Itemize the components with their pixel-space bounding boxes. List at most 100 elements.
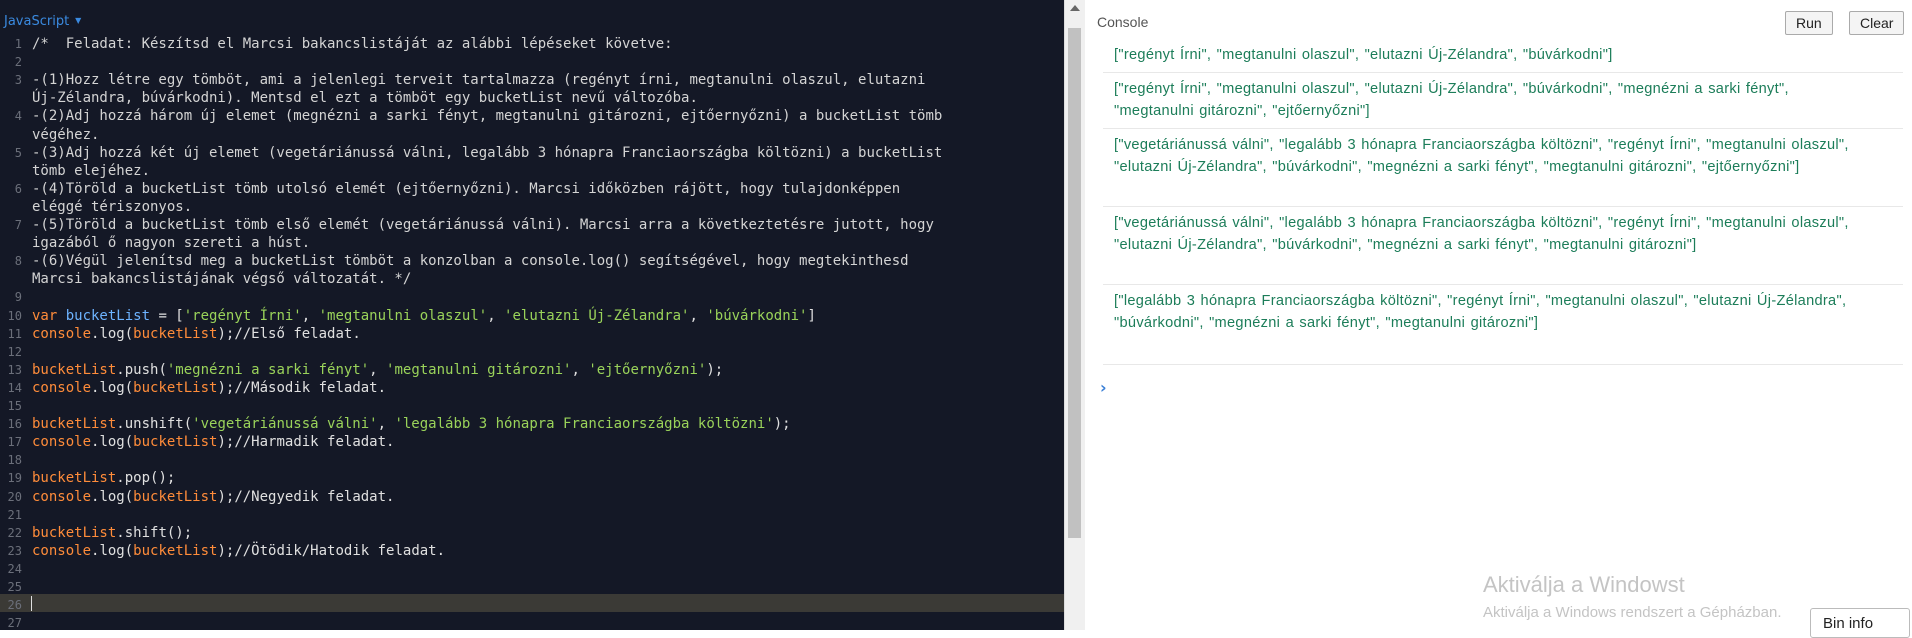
code-token: console [32,379,92,396]
line-number: 14 [7,380,22,395]
code-token: bucketList [133,542,218,559]
line-number: 7 [14,218,22,232]
code-line[interactable]: 6 -(4)Töröld a bucketList tömb utolsó ele… [0,180,1064,198]
code-line[interactable]: 2 [0,53,1064,71]
console-separator [1103,284,1903,285]
code-token: 'megtanulni olaszul' [318,307,488,324]
code-line[interactable]: 19 bucketList.pop(); [0,469,1064,487]
code-line[interactable]: 7 -(5)Töröld a bucketList tömb első elemé… [0,216,1064,234]
code-token: , [301,307,319,324]
language-label: JavaScript [4,14,70,29]
code-line[interactable]: 16 bucketList.unshift('vegetáriánussá vál… [0,415,1064,433]
code-token: -(5)Töröld a bucketList tömb első elemét… [32,217,934,233]
code-token: 'megtanulni gitározni' [386,361,572,378]
console-separator [1103,206,1903,207]
console-output-entry: ["legalább 3 hónapra Franciaországba köl… [1114,293,1847,331]
line-number: 10 [7,308,22,323]
code-token: );//Harmadik feladat. [217,434,395,451]
line-number: 15 [7,399,22,413]
code-line[interactable]: 4 -(2)Adj hozzá három új elemet (megnézni… [0,107,1064,125]
code-token: , [377,416,395,433]
code-token: console [32,434,92,451]
code-line[interactable]: tömb elejéhez. [0,162,1064,180]
code-token: );//Első feladat. [217,325,361,342]
code-token: , [369,361,387,378]
text-cursor [31,596,32,611]
run-button[interactable]: Run [1785,11,1833,35]
line-number: 21 [7,507,22,522]
scroll-up-arrow-icon[interactable] [1070,5,1080,11]
bin-info-button[interactable]: Bin info [1810,608,1910,638]
console-output-entry: ["vegetáriánussá válni", "legalább 3 hón… [1114,215,1849,253]
windows-activation-watermark-title: Aktiválja a Windowst [1483,572,1685,597]
code-token: );//Második feladat. [217,379,387,396]
console-prompt-icon[interactable]: › [1100,378,1107,397]
code-token: ); [773,416,791,433]
code-line[interactable]: Marcsi bakancslistájának végső változatá… [0,270,1064,288]
code-line[interactable]: 26 [0,596,1064,614]
code-line[interactable]: 25 [0,578,1064,596]
code-line[interactable]: 18 [0,451,1064,469]
code-line[interactable]: 20 console.log(bucketList);//Negyedik fel… [0,488,1064,506]
clear-button[interactable]: Clear [1849,11,1905,35]
code-token: bucketList [65,307,151,324]
code-line[interactable]: 10 var bucketList = ['regényt Írni', 'meg… [0,307,1064,325]
line-number: 26 [7,598,22,613]
code-line[interactable]: 12 [0,343,1064,361]
code-line[interactable]: 21 [0,506,1064,524]
code-line[interactable]: eléggé tériszonyos. [0,198,1064,216]
code-token: bucketList [133,434,218,451]
console-output-entry: ["vegetáriánussá válni", "legalább 3 hón… [1114,137,1849,175]
code-token: tömb elejéhez. [32,162,151,179]
code-line[interactable]: Új-Zélandra, búvárkodni). Mentsd el ezt … [0,89,1064,107]
code-token: Marcsi bakancslistájának végső változatá… [32,271,412,288]
code-line[interactable]: 11 console.log(bucketList);//Első feladat… [0,325,1064,343]
code-token: .log( [91,434,134,451]
editor-scrollbar[interactable] [1064,0,1085,630]
code-line[interactable]: 14 console.log(bucketList);//Második fela… [0,379,1064,397]
language-selector[interactable]: JavaScript ▼ [4,14,81,29]
code-line[interactable]: végéhez. [0,126,1064,144]
code-token: bucketList [133,325,218,342]
code-token: console [32,488,92,505]
code-token: 'legalább 3 hónapra Franciaországba költ… [394,416,774,433]
code-token: igazából ő nagyon szereti a húst. [32,235,311,252]
code-token: ] [807,307,816,324]
code-editor[interactable]: JavaScript ▼ 1 /* Feladat: Készítsd el Mar… [0,0,1064,630]
code-line[interactable]: 27 [0,614,1064,630]
line-number: 8 [14,254,22,269]
code-line[interactable]: 22 bucketList.shift(); [0,524,1064,542]
code-line[interactable]: 15 [0,397,1064,415]
code-line[interactable]: 24 [0,560,1064,578]
console-output-entry: ["regényt Írni", "megtanulni olaszul", "… [1114,47,1613,63]
code-token: , [689,307,707,324]
code-token: Új-Zélandra, búvárkodni). Mentsd el ezt … [32,90,698,107]
line-number: 6 [14,181,22,196]
code-line[interactable]: 13 bucketList.push('megnézni a sarki fény… [0,361,1064,379]
line-number: 22 [7,525,22,540]
code-line[interactable]: 1 /* Feladat: Készítsd el Marcsi bakancsl… [0,35,1064,53]
code-line[interactable]: 23 console.log(bucketList);//Ötödik/Hatod… [0,542,1064,560]
code-line[interactable]: 3 -(1)Hozz létre egy tömböt, ami a jelenl… [0,71,1064,89]
code-token: .shift(); [116,524,193,541]
code-token: 'regényt Írni' [183,307,302,324]
line-number: 13 [7,362,22,377]
line-number: 24 [7,561,22,576]
code-line[interactable]: 8 -(6)Végül jelenítsd meg a bucketList tö… [0,252,1064,270]
line-number: 1 [14,37,22,51]
code-line[interactable]: igazából ő nagyon szereti a húst. [0,234,1064,252]
code-token: -(3)Adj hozzá két új elemet (vegetáriánu… [32,144,943,161]
code-token: console [32,542,92,559]
line-number: 4 [14,109,22,124]
code-line[interactable]: 17 console.log(bucketList);//Harmadik fel… [0,433,1064,451]
console-separator [1103,72,1903,73]
editor-scrollbar-thumb[interactable] [1068,28,1081,538]
code-line[interactable]: 9 [0,288,1064,306]
line-number: 19 [7,471,22,486]
code-token: -(4)Töröld a bucketList tömb utolsó elem… [32,180,901,197]
code-token: 'ejtőernyőzni' [588,361,707,378]
line-number: 25 [7,580,22,594]
line-number: 11 [7,326,22,341]
code-token: );//Negyedik feladat. [217,488,395,505]
code-line[interactable]: 5 -(3)Adj hozzá két új elemet (vegetárián… [0,144,1064,162]
